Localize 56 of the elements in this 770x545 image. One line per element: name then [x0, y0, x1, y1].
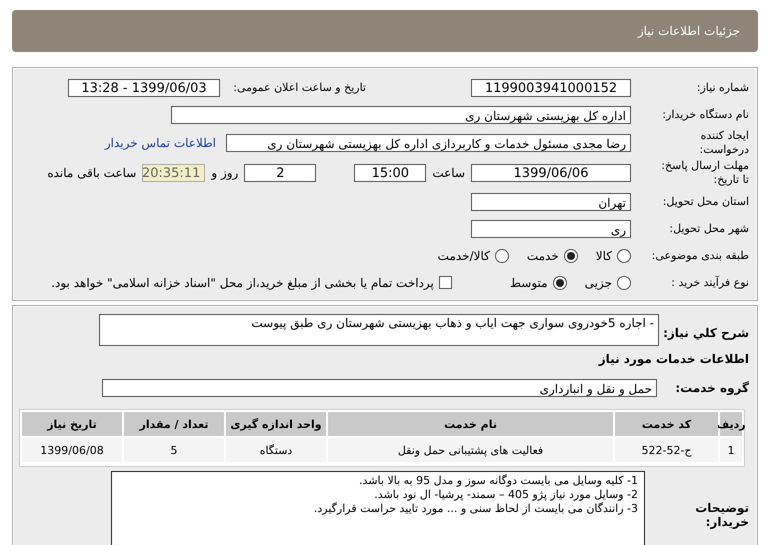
category-radio[interactable]: خدمت: [526, 248, 578, 262]
field-label: نام دستگاه خریدار:: [661, 108, 749, 121]
radio-icon[interactable]: [494, 248, 509, 262]
column-header: تاریخ نیاز: [22, 412, 122, 436]
column-header: تعداد / مقدار: [124, 412, 224, 436]
service-group-field: حمل و نقل و انبارداری: [102, 378, 657, 396]
process-radio[interactable]: جزیی: [584, 276, 631, 290]
radio-icon[interactable]: [552, 276, 567, 290]
need-number-field: 1199003941000152: [471, 78, 631, 96]
summary-field: - اجاره 5خودروی سواری جهت ایاب و ذهاب بهزیستی شهرستان ری طبق پیوست: [99, 314, 659, 346]
deadline-time-field: 15:00: [354, 164, 426, 182]
field-label: نوع فرآیند خرید :: [670, 276, 749, 289]
buyer-contact-link[interactable]: اطلاعات تماس خریدار: [104, 136, 216, 150]
process-radio[interactable]: متوسط: [510, 276, 567, 290]
field-label: شماره نیاز:: [696, 81, 749, 94]
column-header: کد خدمت: [615, 412, 718, 436]
category-radio[interactable]: کالا/خدمت: [438, 248, 509, 262]
note-line: 3- رانندگان می بایست از لحاظ سنی و ... مورد تایید حراست قرارگیرد.: [312, 502, 638, 516]
note-line: 1- کلیه وسایل می بایست دوگانه سوز و مدل 95 به بالا باشد.: [358, 474, 638, 488]
table-cell: دستگاه: [226, 438, 326, 462]
field-label: گروه خدمت:: [674, 380, 749, 394]
table-cell: 5: [124, 438, 224, 462]
field-label: طبقه بندی موضوعی:: [650, 249, 749, 262]
table-cell: 1: [720, 438, 742, 462]
section-title: اطلاعات خدمات مورد نیاز: [597, 352, 749, 366]
city-field: ری: [471, 220, 631, 238]
checkbox-icon[interactable]: [438, 276, 452, 289]
field-label: تاریخ و ساعت اعلان عمومی:: [232, 81, 366, 94]
radio-icon[interactable]: [564, 248, 578, 262]
province-field: تهران: [471, 192, 631, 210]
radio-icon[interactable]: [617, 248, 631, 262]
announce-date-field: 1399/06/03 - 13:28: [68, 78, 220, 96]
column-header: نام خدمت: [328, 412, 613, 436]
payment-checkbox[interactable]: پرداخت تمام یا بخشی از مبلغ خرید،از محل "اسناد خزانه اسلامی" خواهد بود.: [51, 276, 452, 290]
field-label: مهلت ارسال پاسخ: تا تاریخ:: [660, 159, 749, 187]
category-radio[interactable]: کالا: [596, 248, 631, 262]
remaining-time-field: 20:35:11: [142, 164, 206, 182]
buyer-field: اداره کل بهزیستی شهرستان ری: [171, 106, 631, 124]
field-label: استان محل تحویل:: [662, 195, 749, 208]
deadline-date-field: 1399/06/06: [471, 164, 631, 182]
column-header: واحد اندازه گیری: [226, 412, 326, 436]
creator-field: رضا مجدی مسئول خدمات و کاربردازی اداره کل بهزیستی شهرستان ری: [226, 134, 631, 152]
table-cell: ج-52-522: [615, 438, 718, 462]
days-label: روز و: [211, 166, 238, 180]
field-label: شهر محل تحویل:: [668, 222, 749, 235]
table-cell: فعالیت های پشتیبانی حمل ونقل: [328, 438, 613, 462]
table-cell: 1399/06/08: [22, 438, 122, 462]
field-label: ایجاد کننده درخواست:: [698, 129, 749, 157]
header-title: جزئیات اطلاعات نیاز: [638, 24, 740, 38]
time-label: ساعت: [432, 166, 465, 180]
field-label: توضیحات خریدار:: [694, 500, 749, 529]
remaining-label: ساعت باقی مانده: [47, 166, 136, 180]
radio-icon[interactable]: [617, 276, 631, 290]
note-line: 2- وسایل مورد نیاز پژو 405 – سمند- پرشیا- ال نود باشد.: [373, 488, 638, 502]
days-field: 2: [244, 164, 316, 182]
field-label: شرح کلي نياز:: [662, 325, 749, 340]
